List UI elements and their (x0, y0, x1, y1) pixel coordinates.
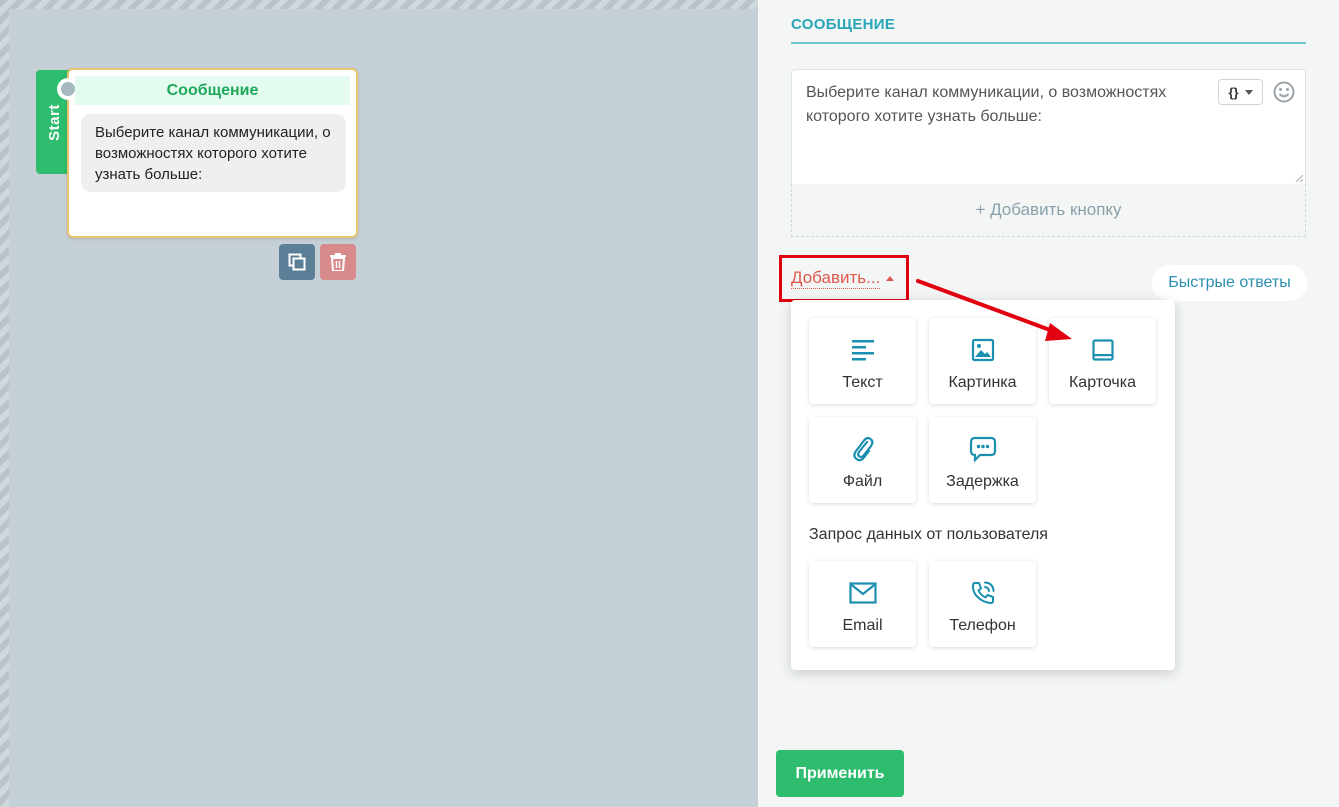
phone-icon (971, 581, 994, 604)
node-message-bubble: Выберите канал коммуникации, о возможнос… (81, 114, 346, 192)
message-text[interactable]: Выберите канал коммуникации, о возможнос… (806, 81, 1216, 129)
menu-item-text[interactable]: Текст (809, 318, 916, 404)
add-content-menu: Текст Картинка Карточка Файл Задержка За… (791, 300, 1175, 670)
canvas-edge-top (0, 0, 758, 9)
message-node[interactable]: Сообщение Выберите канал коммуникации, о… (57, 68, 358, 238)
card-icon (1091, 339, 1114, 361)
flow-canvas[interactable]: Start Сообщение Выберите канал коммуника… (0, 0, 758, 807)
canvas-edge-left (0, 0, 9, 807)
node-title: Сообщение (75, 76, 350, 105)
user-input-section-label: Запрос данных от пользователя (809, 526, 1048, 543)
menu-item-label: Файл (842, 473, 883, 490)
variable-label: {} (1228, 84, 1239, 100)
chevron-down-icon (1244, 89, 1253, 95)
menu-item-label: Картинка (948, 374, 1017, 391)
menu-item-label: Телефон (949, 617, 1016, 634)
menu-item-label: Текст (842, 374, 883, 391)
copy-node-button[interactable] (279, 244, 315, 280)
paperclip-icon (852, 436, 873, 462)
menu-item-email[interactable]: Email (809, 561, 916, 647)
menu-item-card[interactable]: Карточка (1049, 318, 1156, 404)
menu-item-delay[interactable]: Задержка (929, 417, 1036, 503)
add-dropdown-label: Добавить... (791, 268, 881, 289)
add-button-button[interactable]: + Добавить кнопку (791, 184, 1306, 237)
insert-variable-button[interactable]: {} (1218, 79, 1263, 105)
delete-node-button[interactable] (320, 244, 356, 280)
resize-grip-icon[interactable] (1295, 174, 1303, 182)
text-lines-icon (851, 340, 874, 361)
panel-title: СООБЩЕНИЕ (791, 16, 896, 33)
message-textarea[interactable]: Выберите канал коммуникации, о возможнос… (791, 69, 1306, 185)
add-content-dropdown[interactable]: Добавить... (779, 255, 909, 302)
typing-bubble-icon (969, 436, 996, 462)
menu-item-label: Задержка (946, 473, 1019, 490)
menu-item-image[interactable]: Картинка (929, 318, 1036, 404)
menu-item-label: Карточка (1068, 374, 1137, 391)
caret-up-icon (886, 276, 895, 281)
trash-icon (330, 253, 346, 271)
menu-item-label: Email (842, 617, 883, 634)
menu-item-file[interactable]: Файл (809, 417, 916, 503)
envelope-icon (848, 582, 877, 604)
menu-item-phone[interactable]: Телефон (929, 561, 1036, 647)
emoji-icon[interactable] (1273, 81, 1295, 103)
panel-title-divider (791, 42, 1306, 44)
copy-icon (288, 253, 306, 271)
message-settings-panel: СООБЩЕНИЕ Выберите канал коммуникации, о… (758, 0, 1339, 807)
quick-replies-button[interactable]: Быстрые ответы (1152, 265, 1307, 301)
start-label: Start (45, 103, 63, 141)
apply-button[interactable]: Применить (776, 750, 904, 797)
image-icon (971, 338, 994, 362)
